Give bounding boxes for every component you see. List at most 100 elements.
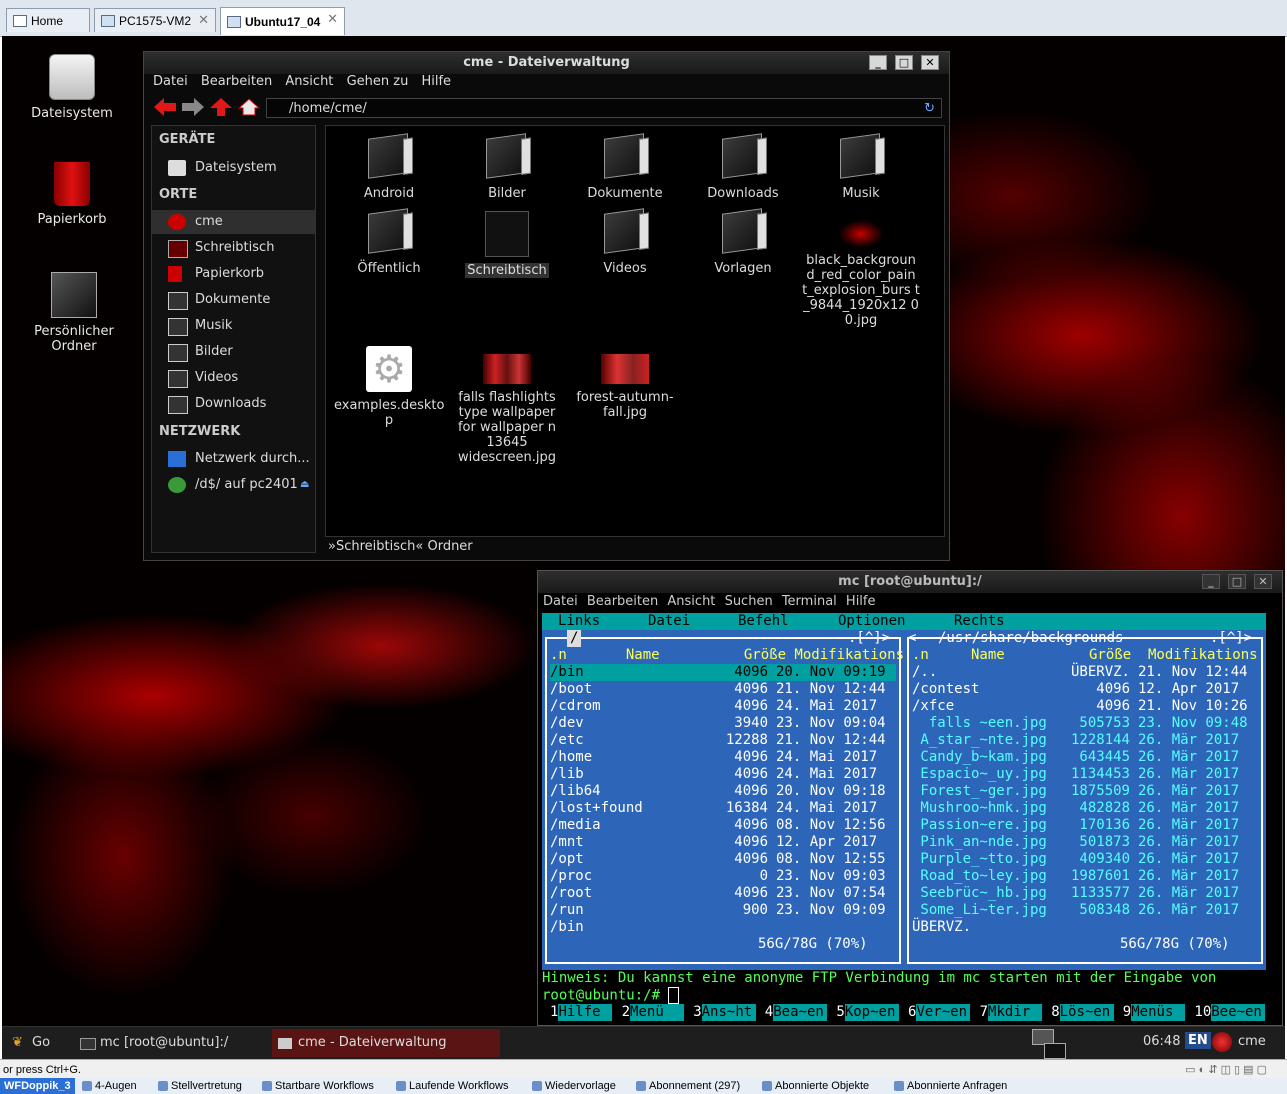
- mc-menu-datei[interactable]: Datei: [648, 613, 690, 630]
- sidebar-item-videos[interactable]: Videos: [152, 366, 315, 390]
- mc-left-panel[interactable]: / .[^]> .n Name Größe Modifikations /bin…: [542, 630, 904, 970]
- menu-terminal[interactable]: Terminal: [782, 594, 837, 609]
- panel-row[interactable]: Passion~ere.jpg 170136 26. Mär 2017: [912, 817, 1258, 834]
- panel-row[interactable]: /cdrom 4096 24. Mai 2017: [550, 698, 896, 715]
- panel-row[interactable]: Some_Li~ter.jpg 508348 26. Mär 2017: [912, 902, 1258, 919]
- menu-bearbeiten[interactable]: Bearbeiten: [587, 594, 658, 609]
- reload-icon[interactable]: ↻: [924, 99, 935, 119]
- panel-row[interactable]: /etc 12288 21. Nov 12:44: [550, 732, 896, 749]
- panel-row[interactable]: falls ~een.jpg 505753 23. Nov 09:48: [912, 715, 1258, 732]
- workflow-link[interactable]: Wiedervorlage: [530, 1078, 616, 1094]
- panel-row[interactable]: /opt 4096 08. Nov 12:55: [550, 851, 896, 868]
- sidebar-item-papierkorb[interactable]: Papierkorb: [152, 262, 315, 286]
- panel-row[interactable]: /lib 4096 24. Mai 2017: [550, 766, 896, 783]
- panel-row[interactable]: /root 4096 23. Nov 07:54: [550, 885, 896, 902]
- sidebar-item-network-browse[interactable]: Netzwerk durch...: [152, 447, 315, 471]
- sidebar-item-network-share[interactable]: /d$/ auf pc2401 ⏏: [152, 473, 315, 497]
- panel-row[interactable]: Espacio~_uy.jpg 1134453 26. Mär 2017: [912, 766, 1258, 783]
- eject-icon[interactable]: ⏏: [300, 473, 309, 497]
- close-button[interactable]: ✕: [1254, 574, 1272, 589]
- menu-hilfe[interactable]: Hilfe: [421, 74, 451, 89]
- fkey-9[interactable]: 9Menüs: [1123, 1004, 1186, 1021]
- panel-row[interactable]: /home 4096 24. Mai 2017: [550, 749, 896, 766]
- mc-menu-optionen[interactable]: Optionen: [838, 613, 905, 630]
- minimize-button[interactable]: _: [1202, 574, 1220, 589]
- workflow-link[interactable]: Startbare Workflows: [260, 1078, 374, 1094]
- sidebar-item-dokumente[interactable]: Dokumente: [152, 288, 315, 312]
- panel-row[interactable]: /dev 3940 23. Nov 09:04: [550, 715, 896, 732]
- workflow-link[interactable]: Abonnierte Objekte: [760, 1078, 869, 1094]
- fkey-10[interactable]: 10Bee~en: [1194, 1004, 1266, 1021]
- panel-row[interactable]: Seebrüc~_hb.jpg 1133577 26. Mär 2017: [912, 885, 1258, 902]
- fkey-4[interactable]: 4Bea~en: [765, 1004, 828, 1021]
- workflow-link[interactable]: 4-Augen: [80, 1078, 137, 1094]
- file-item[interactable]: Vorlagen: [688, 208, 798, 276]
- file-item[interactable]: Bilder: [452, 133, 562, 201]
- menu-datei[interactable]: Datei: [543, 594, 578, 609]
- file-item[interactable]: falls flashlights type wallpaper for wal…: [452, 346, 562, 465]
- close-icon[interactable]: ✕: [327, 11, 338, 27]
- menu-ansicht[interactable]: Ansicht: [667, 594, 715, 609]
- menu-ansicht[interactable]: Ansicht: [285, 74, 333, 89]
- fkey-5[interactable]: 5Kop~en: [836, 1004, 899, 1021]
- panel-row[interactable]: /lib64 4096 20. Nov 09:18: [550, 783, 896, 800]
- keyboard-layout[interactable]: EN: [1185, 1032, 1211, 1049]
- panel-row[interactable]: /run 900 23. Nov 09:09: [550, 902, 896, 919]
- forward-arrow-icon[interactable]: [182, 98, 204, 116]
- panel-row[interactable]: Forest_~ger.jpg 1875509 26. Mär 2017: [912, 783, 1258, 800]
- close-icon[interactable]: ✕: [198, 12, 209, 28]
- workflow-link[interactable]: Abonnierte Anfragen: [892, 1078, 1007, 1094]
- fkey-8[interactable]: 8Lös~en: [1051, 1004, 1114, 1021]
- desktop-icon-home[interactable]: Persönlicher Ordner: [14, 272, 134, 354]
- user-name[interactable]: cme: [1238, 1034, 1266, 1049]
- panel-row[interactable]: A_star_~nte.jpg 1228144 26. Mär 2017: [912, 732, 1258, 749]
- fkey-3[interactable]: 3Ans~ht: [693, 1004, 756, 1021]
- host-tab-ubuntu[interactable]: Ubuntu17_04 ✕: [220, 7, 345, 35]
- panel-row[interactable]: /xfce 4096 21. Nov 10:26: [912, 698, 1258, 715]
- panel-row[interactable]: Purple_~tto.jpg 409340 26. Mär 2017: [912, 851, 1258, 868]
- minimize-button[interactable]: _: [869, 55, 887, 70]
- panel-row[interactable]: /media 4096 08. Nov 12:56: [550, 817, 896, 834]
- panel-row[interactable]: /bin 4096 20. Nov 09:19: [550, 664, 896, 681]
- mc-menu-rechts[interactable]: Rechts: [954, 613, 1005, 630]
- panel-row[interactable]: /.. ÜBERVZ. 21. Nov 12:44: [912, 664, 1258, 681]
- menu-hilfe[interactable]: Hilfe: [846, 594, 876, 609]
- panel-row[interactable]: /lost+found 16384 24. Mai 2017: [550, 800, 896, 817]
- panel-row[interactable]: Candy_b~kam.jpg 643445 26. Mär 2017: [912, 749, 1258, 766]
- menu-datei[interactable]: Datei: [153, 74, 188, 89]
- sidebar-item-bilder[interactable]: Bilder: [152, 340, 315, 364]
- file-item[interactable]: Dokumente: [570, 133, 680, 201]
- shell-prompt[interactable]: root@ubuntu:/#: [542, 987, 680, 1005]
- close-button[interactable]: ✕: [921, 55, 939, 70]
- mc-menu-befehl[interactable]: Befehl: [738, 613, 789, 630]
- workflow-link[interactable]: Abonnement (297): [634, 1078, 740, 1094]
- up-arrow-icon[interactable]: [210, 98, 232, 116]
- location-bar[interactable]: /home/cme/ ↻: [266, 98, 942, 118]
- task-button-file-manager[interactable]: cme - Dateiverwaltung: [272, 1029, 500, 1057]
- panel-row[interactable]: /mnt 4096 12. Apr 2017: [550, 834, 896, 851]
- panel-row[interactable]: Mushroo~hmk.jpg 482828 26. Mär 2017: [912, 800, 1258, 817]
- clock[interactable]: 06:48: [1143, 1034, 1180, 1049]
- file-item[interactable]: Öffentlich: [334, 208, 444, 276]
- file-item[interactable]: Musik: [806, 133, 916, 201]
- mc-menu-links[interactable]: Links: [558, 613, 600, 630]
- sidebar-item-downloads[interactable]: Downloads: [152, 392, 315, 416]
- window-titlebar[interactable]: cme - Dateiverwaltung _ □ ✕: [144, 52, 949, 74]
- sidebar-item-cme[interactable]: cme: [152, 210, 315, 234]
- file-item[interactable]: Videos: [570, 208, 680, 276]
- menu-suchen[interactable]: Suchen: [725, 594, 773, 609]
- file-item[interactable]: black_backgroun d_red_color_pain t_explo…: [802, 211, 920, 328]
- fkey-2[interactable]: 2Menü: [622, 1004, 685, 1021]
- workflow-link[interactable]: Stellvertretung: [156, 1078, 242, 1094]
- sidebar-item-schreibtisch[interactable]: Schreibtisch: [152, 236, 315, 260]
- sidebar-item-musik[interactable]: Musik: [152, 314, 315, 338]
- file-item[interactable]: ⚙ examples.deskto p: [334, 346, 444, 428]
- task-button-mc[interactable]: mc [root@ubuntu]:/: [74, 1029, 270, 1057]
- fkey-6[interactable]: 6Ver~en: [908, 1004, 971, 1021]
- back-arrow-icon[interactable]: [154, 98, 176, 116]
- file-item[interactable]: Schreibtisch: [452, 211, 562, 278]
- maximize-button[interactable]: □: [895, 55, 913, 70]
- panel-row[interactable]: Pink_an~nde.jpg 501873 26. Mär 2017: [912, 834, 1258, 851]
- host-tab-home[interactable]: Home: [6, 8, 90, 32]
- workflow-tab-active[interactable]: WFDoppik_3: [0, 1078, 75, 1094]
